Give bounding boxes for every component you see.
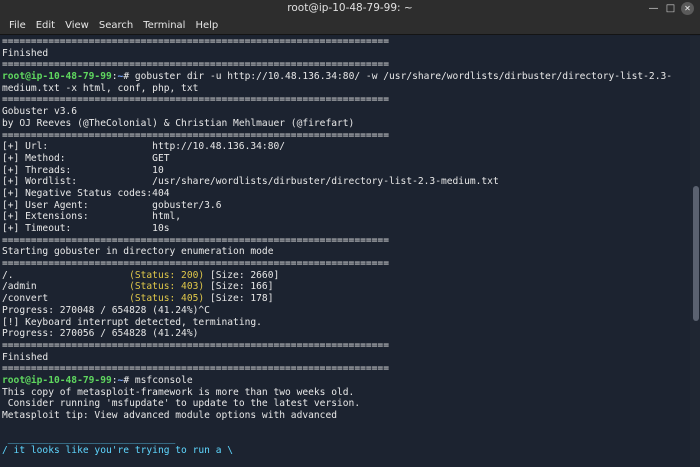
config-value: /usr/share/wordlists/dirbuster/directory… (152, 176, 499, 188)
separator-line: ========================================… (2, 234, 389, 246)
terminal-window: root@ip-10-48-79-99: ~ — □ ✕ File Edit V… (0, 0, 700, 467)
config-block: [+] Url: http://10.48.136.34:80/[+] Metho… (2, 141, 688, 235)
result-size: [Size: 178] (209, 293, 274, 305)
output-line: Consider running 'msfupdate' to update t… (2, 398, 361, 410)
config-line: [+] Wordlist: /usr/share/wordlists/dirbus… (2, 176, 688, 188)
separator-line: ========================================… (2, 129, 389, 141)
banner-line: / it looks like you're trying to run a \ (2, 445, 234, 457)
output-line: Finished (2, 47, 49, 59)
result-line: /. (Status: 200) [Size: 2660] (2, 270, 688, 282)
separator-line: ========================================… (2, 258, 389, 270)
close-icon[interactable]: ✕ (681, 2, 694, 15)
result-line: /convert (Status: 405) [Size: 178] (2, 293, 688, 305)
output-line: Metasploit tip: View advanced module opt… (2, 410, 338, 421)
terminal-output[interactable]: ========================================… (0, 36, 690, 467)
separator-line: ========================================… (2, 36, 389, 47)
minimize-icon[interactable]: — (647, 2, 660, 15)
separator-line: ========================================… (2, 94, 389, 106)
config-key: [+] Method: (2, 152, 66, 164)
results-block: /. (Status: 200) [Size: 2660] /admin (Statu… (2, 270, 688, 305)
output-line: Gobuster v3.6 (2, 106, 78, 118)
config-line: [+] Negative Status codes:404 (2, 188, 688, 200)
config-line: [+] Timeout: 10s (2, 223, 688, 235)
config-value: 10 (152, 164, 164, 176)
config-value: http://10.48.136.34:80/ (152, 141, 286, 153)
separator-line: ========================================… (2, 59, 389, 71)
config-value: html, (152, 211, 182, 223)
prompt-path: ~ (117, 374, 124, 386)
config-value: GET (152, 152, 170, 164)
config-line: [+] Extensions: html, (2, 211, 688, 223)
title-bar[interactable]: root@ip-10-48-79-99: ~ — □ ✕ (0, 0, 700, 18)
menu-search[interactable]: Search (94, 17, 138, 35)
config-line: [+] Method: GET (2, 153, 688, 165)
separator-line: ========================================… (2, 363, 389, 375)
command-continuation: medium.txt -x html, conf, php, txt (2, 82, 199, 94)
window-title: root@ip-10-48-79-99: ~ (287, 2, 413, 14)
config-key: [+] Wordlist: (2, 176, 78, 188)
config-key: [+] Threads: (2, 164, 72, 176)
maximize-icon[interactable]: □ (664, 2, 677, 15)
scrollbar[interactable] (690, 36, 700, 467)
prompt-path: ~ (117, 71, 124, 83)
banner-line: _____________________________ (2, 433, 176, 445)
menu-edit[interactable]: Edit (31, 17, 60, 35)
output-line: [!] Keyboard interrupt detected, termina… (2, 316, 262, 328)
menu-bar: File Edit View Search Terminal Help (0, 17, 700, 35)
result-size: [Size: 166] (209, 281, 274, 293)
menu-help[interactable]: Help (190, 17, 223, 35)
output-line: This copy of metasploit-framework is mor… (2, 386, 355, 398)
config-key: [+] Negative Status codes: (2, 187, 153, 199)
menu-terminal[interactable]: Terminal (138, 17, 190, 35)
command-text: gobuster dir -u http://10.48.136.34:80/ … (134, 71, 673, 83)
separator-line: ========================================… (2, 339, 389, 351)
output-line: by OJ Reeves (@TheColonial) & Christian … (2, 117, 355, 129)
result-line: /admin (Status: 403) [Size: 166] (2, 281, 688, 293)
prompt-user-host: root@ip-10-48-79-99 (2, 374, 112, 386)
command-line: root@ip-10-48-79-99:~# gobuster dir -u h… (2, 71, 673, 83)
result-status: (Status: 403) (129, 281, 205, 293)
config-line: [+] User Agent: gobuster/3.6 (2, 200, 688, 212)
output-line: Starting gobuster in directory enumerati… (2, 246, 274, 258)
config-key: [+] User Agent: (2, 199, 89, 211)
command-line: root@ip-10-48-79-99:~# msfconsole (2, 374, 193, 386)
config-value: 404 (152, 187, 170, 199)
output-line: Progress: 270048 / 654828 (41.24%)^C (2, 304, 210, 316)
result-path: /convert (2, 293, 49, 305)
config-line: [+] Url: http://10.48.136.34:80/ (2, 141, 688, 153)
config-value: gobuster/3.6 (152, 199, 222, 211)
prompt-user-host: root@ip-10-48-79-99 (2, 71, 112, 83)
result-status: (Status: 405) (129, 293, 205, 305)
command-text: msfconsole (134, 374, 193, 386)
menu-view[interactable]: View (60, 17, 94, 35)
result-size: [Size: 2660] (209, 269, 280, 281)
config-key: [+] Timeout: (2, 223, 72, 234)
scrollbar-thumb[interactable] (693, 186, 699, 321)
config-line: [+] Threads: 10 (2, 165, 688, 177)
result-status: (Status: 200) (129, 269, 205, 281)
output-line: Progress: 270056 / 654828 (41.24%) (2, 328, 199, 340)
window-controls: — □ ✕ (647, 2, 694, 15)
output-line: Finished (2, 351, 49, 363)
config-value: 10s (152, 223, 170, 234)
config-key: [+] Extensions: (2, 211, 89, 223)
menu-file[interactable]: File (4, 17, 31, 35)
result-path: /. (2, 269, 14, 281)
result-path: /admin (2, 281, 37, 293)
config-key: [+] Url: (2, 141, 49, 153)
